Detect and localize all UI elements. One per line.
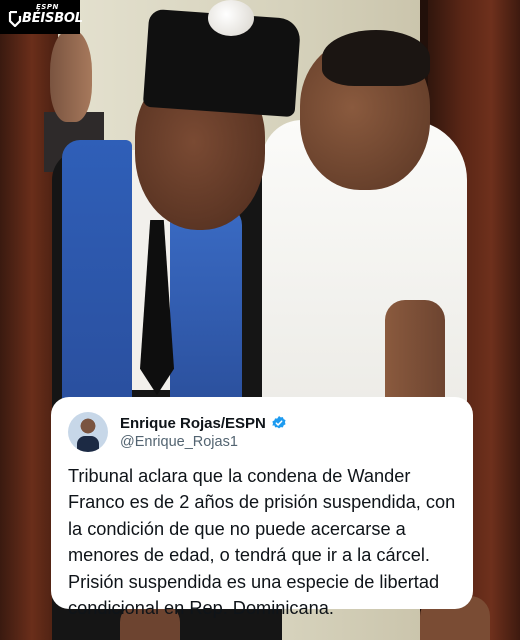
author-info: Enrique Rojas/ESPN @Enrique_Rojas1: [120, 415, 287, 450]
espn-beisbol-badge: ESPN BÉISBOL: [0, 0, 83, 34]
author-display-name[interactable]: Enrique Rojas/ESPN: [120, 415, 266, 432]
judge-cap-pompom: [208, 0, 254, 36]
avatar-figure: [77, 436, 99, 452]
tweet-text-line: Franco es de 2 años de prisión suspendid…: [68, 492, 456, 513]
name-row: Enrique Rojas/ESPN: [120, 415, 287, 432]
judge-blue-lapel-left: [62, 140, 132, 410]
tweet-card[interactable]: Enrique Rojas/ESPN @Enrique_Rojas1 Tribu…: [51, 397, 473, 618]
tweet-text-line: Tribunal aclara que la condena de Wander: [68, 466, 411, 486]
tweet-header: Enrique Rojas/ESPN @Enrique_Rojas1: [68, 411, 457, 453]
tweet-text-line: la condición de que no puede acercarse a: [68, 518, 406, 539]
home-plate-icon: [8, 11, 22, 27]
background-person-head: [50, 30, 92, 122]
judge-blue-lapel-right: [170, 205, 242, 405]
tweet-text-line: condicional en Rep. Dominicana.: [68, 598, 334, 619]
espn-logo-text: ESPN: [36, 3, 59, 11]
section-label: BÉISBOL: [22, 11, 83, 26]
defendant-hair: [322, 30, 430, 86]
tweet-text-line: menores de edad, o tendrá que ir a la cá…: [68, 545, 430, 566]
author-handle[interactable]: @Enrique_Rojas1: [120, 434, 287, 450]
tweet-text: Tribunal aclara que la condena de Wander…: [68, 463, 457, 621]
avatar[interactable]: [68, 412, 108, 452]
verified-badge-icon: [272, 416, 286, 429]
door-frame-left: [0, 0, 58, 640]
tweet-text-line: Prisión suspendida es una especie de lib…: [68, 571, 440, 592]
